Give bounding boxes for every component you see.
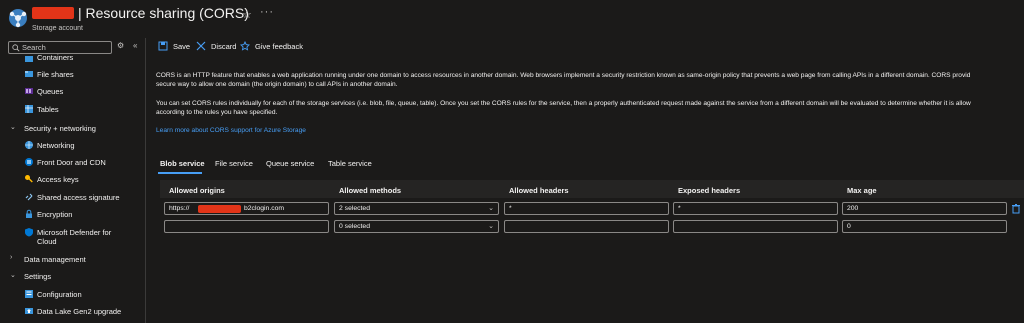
sidebar-item-label: Tables xyxy=(37,105,59,114)
sidebar-group-data-management[interactable]: › Data management xyxy=(0,252,145,266)
sidebar-item-front-door[interactable]: Front Door and CDN xyxy=(0,155,145,171)
lock-icon xyxy=(26,209,32,218)
networking-icon xyxy=(25,141,33,149)
feedback-icon xyxy=(240,41,250,51)
exposed-headers-input[interactable] xyxy=(673,220,838,233)
delete-row-icon[interactable] xyxy=(1011,203,1021,214)
chevron-down-icon: ⌄ xyxy=(488,223,494,230)
sidebar-item-label: Queues xyxy=(37,87,64,96)
allowed-headers-input[interactable]: * xyxy=(504,202,669,215)
sidebar-item-label: Microsoft Defender for xyxy=(37,228,112,237)
chevron-down-icon: ⌄ xyxy=(488,205,494,212)
collapse-sidebar-icon[interactable]: « xyxy=(133,41,137,50)
sidebar-item-networking[interactable]: Networking xyxy=(0,138,145,154)
page-title: | Resource sharing (CORS) xyxy=(78,5,249,21)
more-options-icon[interactable]: ··· xyxy=(260,6,274,18)
tab-blob-service[interactable]: Blob service xyxy=(160,159,205,168)
shield-icon xyxy=(25,228,33,237)
learn-more-link[interactable]: Learn more about CORS support for Azure … xyxy=(156,127,306,134)
key-icon xyxy=(25,175,33,183)
close-icon xyxy=(196,41,206,51)
sidebar-item-tables[interactable]: Tables xyxy=(0,102,145,118)
active-tab-indicator xyxy=(158,172,202,174)
sidebar-item-label: Containers xyxy=(37,53,74,62)
tab-queue-service[interactable]: Queue service xyxy=(266,159,314,168)
sidebar-group-security[interactable]: ⌄ Security + networking xyxy=(0,121,145,135)
tables-icon xyxy=(25,105,33,113)
allowed-origins-input[interactable] xyxy=(164,220,329,233)
sidebar-item-shared-access-signature[interactable]: Shared access signature xyxy=(0,190,145,206)
exposed-headers-input[interactable]: * xyxy=(673,202,838,215)
sidebar-item-label: Access keys xyxy=(37,175,79,184)
page-header: | Resource sharing (CORS) Storage accoun… xyxy=(0,0,1024,38)
allowed-methods-select[interactable]: 2 selected ⌄ xyxy=(334,202,499,215)
configuration-icon xyxy=(25,290,33,298)
max-age-input[interactable]: 200 xyxy=(842,202,1007,215)
redacted-account-name xyxy=(32,7,74,19)
column-header-allowed-headers: Allowed headers xyxy=(509,186,569,195)
front-door-icon xyxy=(25,158,33,166)
sidebar-item-defender[interactable]: Microsoft Defender for Cloud xyxy=(0,225,145,249)
file-shares-icon xyxy=(25,71,33,77)
sidebar-item-label: Front Door and CDN xyxy=(37,158,106,167)
allowed-origins-input[interactable]: https:// b2clogin.com xyxy=(164,202,329,215)
upgrade-icon xyxy=(25,308,33,314)
description-line: according to the rules you have specifie… xyxy=(156,109,278,116)
sidebar-item-file-shares[interactable]: File shares xyxy=(0,67,145,83)
sidebar-group-settings[interactable]: ⌄ Settings xyxy=(0,269,145,283)
chevron-down-icon: ⌄ xyxy=(10,272,16,279)
column-header-allowed-origins: Allowed origins xyxy=(169,186,225,195)
queues-icon xyxy=(25,88,33,94)
table-header-row xyxy=(160,180,1024,198)
feedback-label: Give feedback xyxy=(255,42,303,51)
origin-suffix: b2clogin.com xyxy=(244,205,285,212)
sidebar-item-label: Data Lake Gen2 upgrade xyxy=(37,307,122,316)
allowed-methods-value: 2 selected xyxy=(339,205,370,212)
link-icon xyxy=(25,193,33,201)
sidebar-item-data-lake-upgrade[interactable]: Data Lake Gen2 upgrade xyxy=(0,304,145,320)
search-icon xyxy=(12,44,20,52)
allowed-methods-value: 0 selected xyxy=(339,223,370,230)
sidebar-item-configuration[interactable]: Configuration xyxy=(0,287,145,303)
column-header-allowed-methods: Allowed methods xyxy=(339,186,402,195)
storage-account-icon xyxy=(9,9,27,28)
allowed-headers-input[interactable] xyxy=(504,220,669,233)
sidebar: Search ⚙ « Containers File shares Queues… xyxy=(0,38,146,323)
redacted-origin xyxy=(198,205,241,213)
chevron-down-icon: ⌄ xyxy=(10,124,16,131)
description-line: secure way to allow one domain (the orig… xyxy=(156,81,398,88)
search-placeholder: Search xyxy=(22,43,46,52)
sidebar-item-queues[interactable]: Queues xyxy=(0,84,145,100)
column-header-max-age: Max age xyxy=(847,186,877,195)
sidebar-settings-icon[interactable]: ⚙ xyxy=(117,41,124,50)
sidebar-item-access-keys[interactable]: Access keys xyxy=(0,172,145,188)
column-header-exposed-headers: Exposed headers xyxy=(678,186,741,195)
sidebar-group-label: Data management xyxy=(24,255,86,264)
containers-icon xyxy=(25,56,33,62)
allowed-methods-select[interactable]: 0 selected ⌄ xyxy=(334,220,499,233)
chevron-right-icon: › xyxy=(10,254,13,261)
sidebar-item-label: Networking xyxy=(37,141,75,150)
sidebar-item-label: Configuration xyxy=(37,290,82,299)
sidebar-group-label: Settings xyxy=(24,272,52,281)
sidebar-item-label: File shares xyxy=(37,70,74,79)
max-age-input[interactable]: 0 xyxy=(842,220,1007,233)
tab-table-service[interactable]: Table service xyxy=(328,159,372,168)
discard-label: Discard xyxy=(211,42,237,51)
tab-file-service[interactable]: File service xyxy=(215,159,253,168)
sidebar-group-label: Security + networking xyxy=(24,124,96,133)
sidebar-item-label: Shared access signature xyxy=(37,193,120,202)
sidebar-item-label-line2: Cloud xyxy=(37,237,57,246)
save-icon xyxy=(158,41,168,51)
page-subtitle: Storage account xyxy=(32,25,83,32)
origin-prefix: https:// xyxy=(169,205,190,212)
save-label: Save xyxy=(173,42,191,51)
favorite-star-icon[interactable]: ☆ xyxy=(242,8,252,21)
sidebar-item-label: Encryption xyxy=(37,210,73,219)
sidebar-item-encryption[interactable]: Encryption xyxy=(0,207,145,223)
sidebar-item-containers[interactable]: Containers xyxy=(0,52,145,68)
description-line: You can set CORS rules individually for … xyxy=(156,100,971,107)
